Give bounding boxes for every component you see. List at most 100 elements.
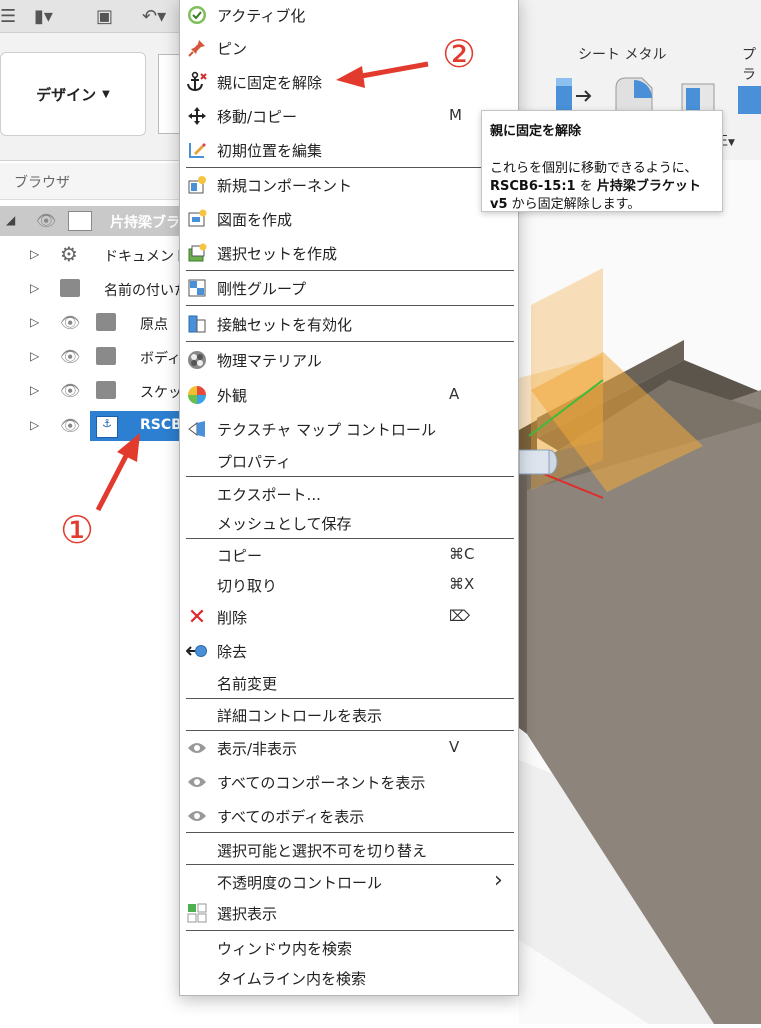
menu-item-edit-initial-position[interactable]: 初期位置を編集 (180, 134, 518, 164)
eye-icon[interactable]: 👁 (36, 211, 56, 230)
menu-item-move-copy[interactable]: 移動/コピー M (180, 100, 518, 130)
eye-icon (186, 737, 208, 759)
menu-item-remove[interactable]: 除去 (180, 635, 518, 665)
menu-separator (186, 270, 514, 271)
menu-item-label: 移動/コピー (217, 108, 298, 126)
eye-icon[interactable]: 👁 (60, 416, 80, 435)
menu-item-label: 外観 (217, 387, 248, 405)
menu-item-label: すべてのボディを表示 (217, 808, 365, 826)
folder-icon (96, 347, 116, 365)
expand-triangle-icon[interactable]: ▷ (30, 349, 39, 363)
menu-item-label: タイムライン内を検索 (217, 970, 366, 988)
tooltip-line: これらを個別に移動できるように、 (490, 161, 698, 176)
menu-item-new-component[interactable]: 新規コンポーネント (180, 169, 518, 199)
menu-item-show-all-components[interactable]: すべてのコンポーネントを表示 (180, 766, 518, 796)
eye-icon[interactable]: 👁 (60, 347, 80, 366)
eye-icon (186, 771, 208, 793)
menu-item-cut[interactable]: 切り取り ⌘X (180, 569, 518, 599)
anchor-unpin-icon (186, 71, 208, 93)
display-selection-icon (186, 902, 208, 924)
rigid-group-icon (186, 277, 208, 299)
menu-item-rename[interactable]: 名前変更 (180, 667, 518, 697)
drawing-icon (186, 208, 208, 230)
menu-item-save-as-mesh[interactable]: メッシュとして保存 (180, 507, 518, 537)
save-icon[interactable]: ▣ (96, 6, 113, 27)
expand-triangle-icon[interactable]: ▷ (30, 418, 39, 432)
eye-icon[interactable]: 👁 (60, 313, 80, 332)
tree-item-named-views[interactable]: ▷ 名前の付いたビュー (0, 274, 180, 304)
menu-item-label: エクスポート... (217, 486, 321, 504)
expand-triangle-icon[interactable]: ▷ (30, 281, 39, 295)
3d-viewport[interactable] (518, 160, 761, 1024)
gear-icon: ⚙ (60, 242, 78, 266)
tree-item-rscb6[interactable]: ▷ 👁 ⚓ RSCB6-15:1 (0, 411, 180, 441)
tree-root[interactable]: ◢ 👁 片持梁ブラケット v5 (0, 206, 180, 236)
model-render (518, 268, 761, 1024)
menu-item-label: 初期位置を編集 (217, 142, 323, 160)
menu-item-opacity-control[interactable]: 不透明度のコントロール › (180, 866, 518, 896)
menu-item-show-detail-controls[interactable]: 詳細コントロールを表示 (180, 699, 518, 729)
menu-item-appearance[interactable]: 外観 A (180, 379, 518, 409)
menu-item-rigid-group[interactable]: 剛性グループ (180, 272, 518, 302)
tool-fragment[interactable] (158, 54, 181, 134)
tree-item-document-settings[interactable]: ▷ ⚙ ドキュメントの設定 (0, 240, 180, 270)
menu-item-label: 不透明度のコントロール (217, 874, 383, 892)
menu-item-texture-map-controls[interactable]: テクスチャ マップ コントロール (180, 413, 518, 443)
tree-item-label: スケッチ (140, 385, 180, 401)
tree-item-sketches[interactable]: ▷ 👁 スケッチ (0, 376, 180, 406)
file-icon[interactable]: ▮▾ (34, 6, 53, 27)
expand-triangle-icon[interactable]: ▷ (30, 315, 39, 329)
annotation-step-1: ① (60, 508, 95, 552)
menu-item-properties[interactable]: プロパティ (180, 445, 518, 475)
menu-item-physical-material[interactable]: 物理マテリアル (180, 344, 518, 374)
menu-separator (186, 341, 514, 342)
menu-item-find-in-window[interactable]: ウィンドウ内を検索 (180, 932, 518, 962)
tree-item-label: ドキュメントの設定 (104, 249, 180, 265)
menu-item-copy[interactable]: コピー ⌘C (180, 539, 518, 569)
menu-item-create-selection-set[interactable]: 選択セットを作成 (180, 237, 518, 267)
menu-item-find-in-timeline[interactable]: タイムライン内を検索 (180, 962, 518, 992)
menu-item-display-selection[interactable]: 選択表示 (180, 897, 518, 927)
shortcut-label: A (449, 385, 460, 403)
shortcut-label: ⌘X (449, 575, 475, 593)
menu-item-show-hide[interactable]: 表示/非表示 V (180, 732, 518, 762)
anchored-component-icon: ⚓ (96, 416, 118, 438)
menu-item-label: 除去 (217, 643, 248, 661)
plastic-tool-icon[interactable] (734, 74, 761, 120)
menu-separator (186, 730, 514, 731)
menu-item-export[interactable]: エクスポート... (180, 478, 518, 508)
collapse-triangle-icon[interactable]: ◢ (6, 213, 15, 227)
tree-item-bodies[interactable]: ▷ 👁 ボディ (0, 342, 180, 372)
undo-icon[interactable]: ↶▾ (142, 6, 166, 27)
eye-icon (186, 805, 208, 827)
browser-title: ブラウザ (14, 175, 70, 191)
menu-item-label: ウィンドウ内を検索 (217, 940, 353, 958)
material-icon (186, 349, 208, 371)
workspace-selector[interactable]: デザイン ▼ (0, 52, 146, 136)
menu-item-create-drawing[interactable]: 図面を作成 (180, 203, 518, 233)
menu-item-delete[interactable]: ✕ 削除 ⌦ (180, 601, 518, 631)
browser-header: ブラウザ (0, 163, 180, 200)
menu-item-label: テクスチャ マップ コントロール (217, 421, 436, 439)
tooltip-text: から固定解除します。 (507, 197, 641, 212)
menu-item-toggle-selectable[interactable]: 選択可能と選択不可を切り替え (180, 834, 518, 864)
tooltip-bold: 片持梁ブラケット (596, 179, 701, 194)
menu-item-show-all-bodies[interactable]: すべてのボディを表示 (180, 800, 518, 830)
texture-map-icon (186, 418, 208, 440)
menu-separator (186, 864, 514, 865)
tooltip-text: を (575, 179, 597, 194)
check-circle-icon (186, 4, 208, 26)
eye-icon[interactable]: 👁 (60, 381, 80, 400)
menu-item-activate[interactable]: アクティブ化 (180, 0, 518, 29)
expand-triangle-icon[interactable]: ▷ (30, 383, 39, 397)
folder-icon (60, 279, 80, 297)
tab-sheet-metal[interactable]: シート メタル (578, 44, 666, 64)
expand-triangle-icon[interactable]: ▷ (30, 247, 39, 261)
menu-item-label: 切り取り (217, 577, 278, 595)
menu-item-enable-contact-sets[interactable]: 接触セットを有効化 (180, 308, 518, 338)
menu-item-label: ピン (217, 40, 248, 58)
tree-item-origin[interactable]: ▷ 👁 原点 (0, 308, 180, 338)
menu-icon[interactable]: ☰ (0, 6, 16, 27)
menu-item-label: 物理マテリアル (217, 352, 322, 370)
quick-access-bar: ☰ ▮▾ ▣ ↶▾ (0, 0, 180, 33)
